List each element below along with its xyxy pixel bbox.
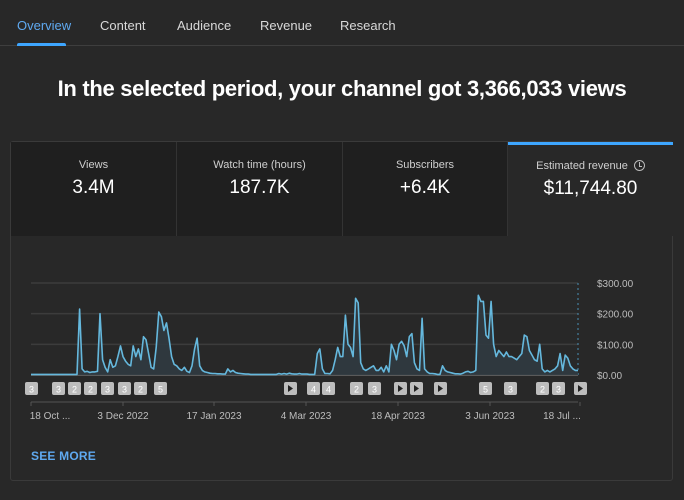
video-marker[interactable] bbox=[284, 382, 297, 395]
video-marker[interactable] bbox=[434, 382, 447, 395]
y-tick-label: $100.00 bbox=[597, 340, 634, 351]
video-count-marker[interactable]: 4 bbox=[307, 382, 320, 395]
marker-count: 5 bbox=[158, 385, 163, 395]
marker-count: 2 bbox=[354, 385, 359, 395]
x-tick-label: 3 Dec 2022 bbox=[97, 411, 149, 422]
video-count-marker[interactable]: 3 bbox=[504, 382, 517, 395]
revenue-chart: $0.00 $100.00 $200.00 $300.00 3 3 2 2 3 3 2 5 4 4 2 3 5 3… bbox=[25, 279, 634, 422]
marker-count: 3 bbox=[56, 385, 61, 395]
see-more-link[interactable]: SEE MORE bbox=[31, 449, 96, 463]
x-tick-label: 17 Jan 2023 bbox=[186, 411, 241, 422]
marker-count: 3 bbox=[556, 385, 561, 395]
video-count-marker[interactable]: 3 bbox=[118, 382, 131, 395]
x-tick-label: 18 Jul ... bbox=[543, 411, 581, 422]
video-count-marker[interactable]: 3 bbox=[25, 382, 38, 395]
video-marker[interactable] bbox=[410, 382, 423, 395]
video-marker[interactable] bbox=[574, 382, 587, 395]
y-tick-label: $300.00 bbox=[597, 279, 634, 290]
video-count-marker[interactable]: 2 bbox=[134, 382, 147, 395]
marker-count: 2 bbox=[138, 385, 143, 395]
x-tick-label: 3 Jun 2023 bbox=[465, 411, 515, 422]
video-count-marker[interactable]: 5 bbox=[479, 382, 492, 395]
video-count-marker[interactable]: 3 bbox=[52, 382, 65, 395]
video-count-marker[interactable]: 2 bbox=[350, 382, 363, 395]
video-marker[interactable] bbox=[394, 382, 407, 395]
y-tick-label: $200.00 bbox=[597, 310, 634, 321]
video-count-marker[interactable]: 2 bbox=[84, 382, 97, 395]
marker-count: 4 bbox=[326, 385, 331, 395]
video-count-marker[interactable]: 4 bbox=[322, 382, 335, 395]
video-count-marker[interactable]: 5 bbox=[154, 382, 167, 395]
marker-count: 2 bbox=[88, 385, 93, 395]
y-tick-label: $0.00 bbox=[597, 371, 622, 382]
x-tick-label: 18 Oct ... bbox=[30, 411, 71, 422]
series-area bbox=[31, 295, 578, 375]
video-count-marker[interactable]: 2 bbox=[68, 382, 81, 395]
marker-count: 4 bbox=[311, 385, 316, 395]
marker-count: 3 bbox=[508, 385, 513, 395]
x-tick-label: 18 Apr 2023 bbox=[371, 411, 425, 422]
marker-count: 2 bbox=[72, 385, 77, 395]
x-tick-label: 4 Mar 2023 bbox=[281, 411, 332, 422]
marker-count: 5 bbox=[483, 385, 488, 395]
video-count-marker[interactable]: 3 bbox=[101, 382, 114, 395]
video-count-marker[interactable]: 2 bbox=[536, 382, 549, 395]
marker-count: 2 bbox=[540, 385, 545, 395]
marker-count: 3 bbox=[29, 385, 34, 395]
marker-count: 3 bbox=[105, 385, 110, 395]
video-count-marker[interactable]: 3 bbox=[552, 382, 565, 395]
marker-count: 3 bbox=[122, 385, 127, 395]
video-count-marker[interactable]: 3 bbox=[368, 382, 381, 395]
marker-count: 3 bbox=[372, 385, 377, 395]
